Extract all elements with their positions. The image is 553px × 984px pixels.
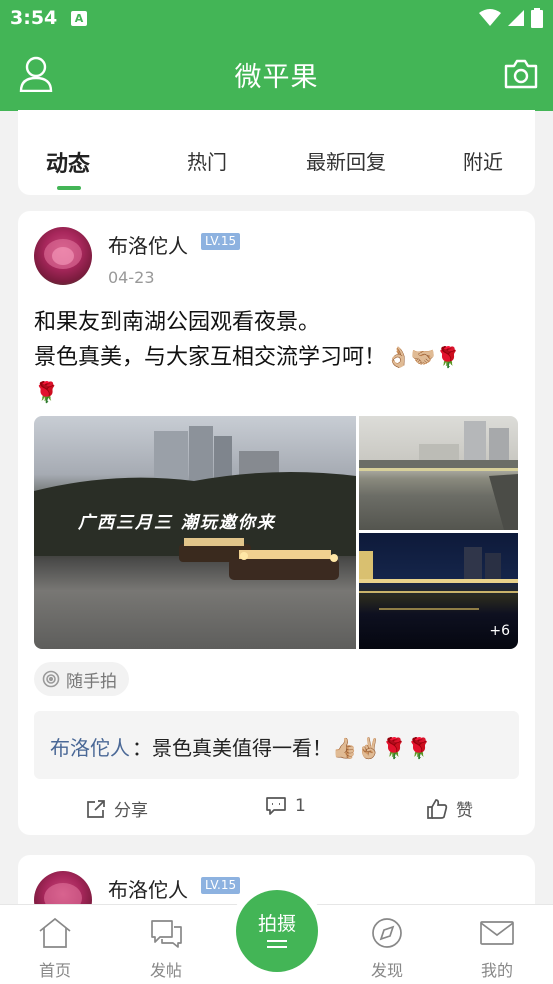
post-text-line: 景色真美，与大家互相交流学习呵！👌🏼🤝🏼🌹: [34, 340, 524, 375]
like-label: 赞: [456, 801, 473, 821]
camera-icon: [504, 59, 538, 89]
post-photo[interactable]: +6: [359, 533, 518, 649]
nav-discover[interactable]: 发现: [352, 917, 422, 981]
level-badge: LV.15: [201, 233, 241, 250]
status-bar: 3:54 A: [0, 0, 553, 36]
level-badge: LV.15: [201, 877, 241, 894]
post-photo[interactable]: 广西三月三 潮玩邀你来: [34, 416, 356, 649]
tab-hot[interactable]: 热门: [157, 146, 257, 175]
keyboard-a-icon: A: [71, 11, 87, 26]
user-name[interactable]: 布洛佗人: [108, 874, 188, 903]
post-text: 和果友到南湖公园观看夜景。 景色真美，与大家互相交流学习呵！👌🏼🤝🏼🌹 🌹: [34, 305, 524, 410]
tab-dynamic[interactable]: 动态: [18, 146, 118, 178]
like-button[interactable]: 赞: [426, 796, 473, 821]
nav-discover-label: 发现: [370, 961, 403, 980]
comment-text: 景色真美值得一看！👍🏼✌🏼🌹🌹: [152, 736, 432, 760]
post-emojis: 👌🏼🤝🏼🌹: [386, 345, 461, 369]
comment-button[interactable]: 1: [265, 796, 306, 816]
signal-icon: [508, 10, 524, 26]
topic-tag-label: 随手拍: [66, 671, 117, 692]
nav-post[interactable]: 发帖: [131, 917, 201, 981]
comment-count: 1: [295, 796, 306, 816]
mail-icon: [480, 921, 514, 945]
camera-button[interactable]: [501, 54, 541, 94]
battery-icon: [531, 8, 543, 28]
wifi-icon: [479, 9, 501, 26]
nav-home[interactable]: 首页: [20, 917, 90, 981]
tab-nearby[interactable]: 附近: [433, 146, 533, 175]
shoot-button[interactable]: 拍摄: [236, 890, 318, 972]
share-icon: [87, 799, 105, 818]
app-header: 微平果: [0, 36, 553, 111]
nav-post-label: 发帖: [149, 961, 182, 980]
nav-mine[interactable]: 我的: [462, 917, 532, 981]
topic-tag[interactable]: 随手拍: [34, 662, 129, 696]
active-tab-indicator: [57, 186, 81, 190]
user-name[interactable]: 布洛佗人: [108, 230, 188, 259]
thumbs-up-icon: [427, 798, 448, 819]
photo-caption-text: 广西三月三 潮玩邀你来: [78, 513, 276, 533]
tab-latest-reply[interactable]: 最新回复: [296, 146, 396, 175]
comment-icon: [266, 797, 286, 815]
status-time: 3:54: [10, 7, 58, 29]
nav-home-label: 首页: [38, 961, 71, 980]
comment-author[interactable]: 布洛佗人: [50, 732, 130, 761]
nav-mine-label: 我的: [480, 961, 513, 980]
home-icon: [39, 917, 71, 948]
compass-icon: [372, 918, 402, 948]
post-photo[interactable]: [359, 416, 518, 530]
share-button[interactable]: 分享: [86, 796, 148, 821]
chat-bubbles-icon: [151, 920, 182, 948]
shoot-button-label: 拍摄: [257, 913, 296, 935]
comment-emojis: 👍🏼✌🏼🌹🌹: [332, 736, 432, 760]
post-card[interactable]: 布洛佗人 LV.15 04-23 和果友到南湖公园观看夜景。 景色真美，与大家互…: [18, 211, 535, 835]
rose-emoji: 🌹: [34, 380, 59, 404]
target-icon: [42, 670, 60, 688]
share-label: 分享: [114, 801, 148, 821]
photo-scene: [359, 421, 518, 530]
post-date: 04-23: [108, 268, 155, 287]
post-text-line: 🌹: [34, 375, 524, 410]
more-photos-count: +6: [489, 623, 510, 639]
avatar[interactable]: [34, 227, 92, 285]
status-icons: [479, 8, 543, 28]
comment-separator: ：: [132, 736, 152, 760]
post-text-line: 和果友到南湖公园观看夜景。: [34, 310, 321, 335]
app-title: 微平果: [234, 62, 319, 93]
feed-tabs: 动态 热门 最新回复 附近: [18, 110, 535, 195]
comment-preview[interactable]: 布洛佗人 ： 景色真美值得一看！👍🏼✌🏼🌹🌹: [34, 711, 519, 779]
menu-lines-icon: [267, 940, 287, 948]
